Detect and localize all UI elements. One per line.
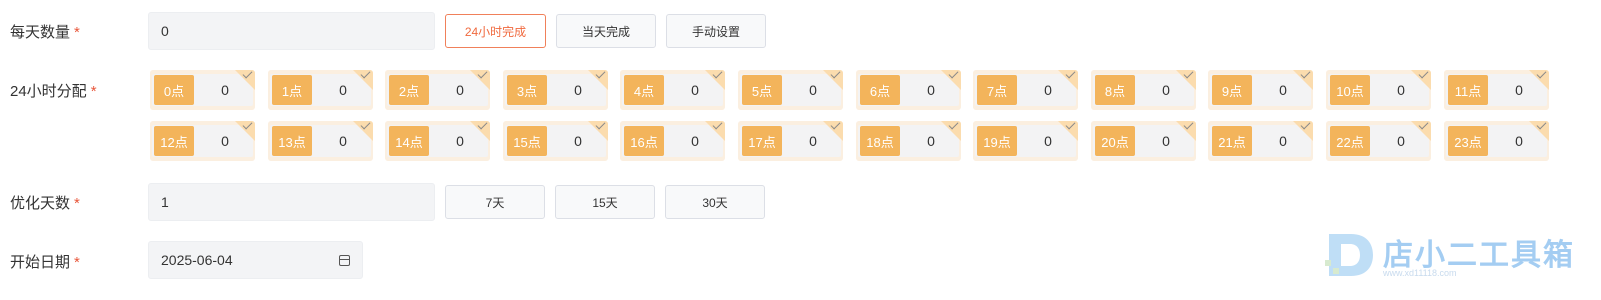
hour-cell[interactable]: 7点 0 — [973, 70, 1078, 110]
hour-cell[interactable]: 22点 0 — [1326, 121, 1431, 161]
manual-set-button[interactable]: 手动设置 — [666, 14, 766, 48]
hour-tag: 20点 — [1095, 126, 1135, 156]
hour-cell[interactable]: 4点 0 — [620, 70, 725, 110]
hour-tag: 3点 — [507, 75, 547, 105]
daily-count-label-text: 每天数量 — [10, 24, 71, 41]
daily-count-label: 每天数量 * — [10, 21, 80, 42]
hour-cell[interactable]: 15点 0 — [503, 121, 608, 161]
hour-tag: 1点 — [272, 75, 312, 105]
hour-tag: 2点 — [389, 75, 429, 105]
hour-cell[interactable]: 10点 0 — [1326, 70, 1431, 110]
hour-tag: 4点 — [624, 75, 664, 105]
required-mark: * — [74, 195, 80, 212]
hour-cell[interactable]: 2点 0 — [385, 70, 490, 110]
required-mark: * — [90, 83, 97, 100]
hour-cell[interactable]: 8点 0 — [1091, 70, 1196, 110]
hour-dist-label-text: 24小时分配 — [10, 83, 87, 100]
hour-cell[interactable]: 20点 0 — [1091, 121, 1196, 161]
required-mark: * — [74, 24, 80, 41]
hour-tag: 0点 — [154, 75, 194, 105]
start-date-label: 开始日期 * — [10, 251, 80, 272]
hour-cell[interactable]: 21点 0 — [1208, 121, 1313, 161]
days-7-button-label: 7天 — [485, 195, 505, 210]
hour-cell[interactable]: 14点 0 — [385, 121, 490, 161]
optimize-days-input[interactable]: 1 — [148, 183, 435, 221]
hour-tag: 7点 — [977, 75, 1017, 105]
hour-cell[interactable]: 5点 0 — [738, 70, 843, 110]
hour-tag: 21点 — [1212, 126, 1252, 156]
days-7-button[interactable]: 7天 — [445, 185, 545, 219]
hour-cell[interactable]: 17点 0 — [738, 121, 843, 161]
hour-cell[interactable]: 1点 0 — [268, 70, 373, 110]
hour-cell[interactable]: 3点 0 — [503, 70, 608, 110]
hour-tag: 9点 — [1212, 75, 1252, 105]
days-15-button[interactable]: 15天 — [555, 185, 655, 219]
hour-tag: 23点 — [1448, 126, 1488, 156]
hour-cell[interactable]: 16点 0 — [620, 121, 725, 161]
days-15-button-label: 15天 — [592, 195, 618, 210]
optimize-days-label: 优化天数 * — [10, 192, 80, 213]
hour-tag: 18点 — [860, 126, 900, 156]
hour-tag: 14点 — [389, 126, 429, 156]
days-30-button-label: 30天 — [702, 195, 728, 210]
watermark-d-icon — [1325, 234, 1373, 276]
hour-tag: 19点 — [977, 126, 1017, 156]
hour-cell[interactable]: 9点 0 — [1208, 70, 1313, 110]
hour-tag: 5点 — [742, 75, 782, 105]
required-mark: * — [74, 254, 80, 271]
hour-dist-label: 24小时分配 * — [10, 80, 97, 101]
daily-count-value: 0 — [161, 23, 169, 39]
hour-tag: 13点 — [272, 126, 312, 156]
optimize-days-value: 1 — [161, 194, 169, 210]
daily-count-input[interactable]: 0 — [148, 12, 435, 50]
hour-cell[interactable]: 0点 0 — [150, 70, 255, 110]
complete-24h-button[interactable]: 24小时完成 — [445, 14, 546, 48]
start-date-picker[interactable]: 2025-06-04 — [148, 241, 363, 279]
complete-today-button[interactable]: 当天完成 — [556, 14, 656, 48]
start-date-label-text: 开始日期 — [10, 254, 71, 271]
hour-cell[interactable]: 23点 0 — [1444, 121, 1549, 161]
hour-tag: 17点 — [742, 126, 782, 156]
complete-today-button-label: 当天完成 — [581, 24, 630, 39]
hour-tag: 15点 — [507, 126, 547, 156]
complete-24h-button-label: 24小时完成 — [464, 24, 527, 39]
hour-tag: 6点 — [860, 75, 900, 105]
calendar-icon[interactable] — [339, 255, 350, 266]
hour-tag: 10点 — [1330, 75, 1370, 105]
optimize-days-label-text: 优化天数 — [10, 195, 71, 212]
hour-tag: 11点 — [1448, 75, 1488, 105]
hour-cell[interactable]: 18点 0 — [856, 121, 961, 161]
hour-cell[interactable]: 6点 0 — [856, 70, 961, 110]
watermark-url: www.xd11118.com — [1383, 268, 1457, 278]
hour-tag: 8点 — [1095, 75, 1135, 105]
hour-cell[interactable]: 11点 0 — [1444, 70, 1549, 110]
start-date-value: 2025-06-04 — [161, 252, 233, 268]
days-30-button[interactable]: 30天 — [665, 185, 765, 219]
hour-tag: 22点 — [1330, 126, 1370, 156]
hour-tag: 16点 — [624, 126, 664, 156]
hour-tag: 12点 — [154, 126, 194, 156]
hour-cell[interactable]: 12点 0 — [150, 121, 255, 161]
hour-cell[interactable]: 19点 0 — [973, 121, 1078, 161]
manual-set-button-label: 手动设置 — [691, 24, 740, 39]
watermark-logo: 店小二工具箱 www.xd11118.com — [1325, 230, 1573, 280]
hour-cell[interactable]: 13点 0 — [268, 121, 373, 161]
